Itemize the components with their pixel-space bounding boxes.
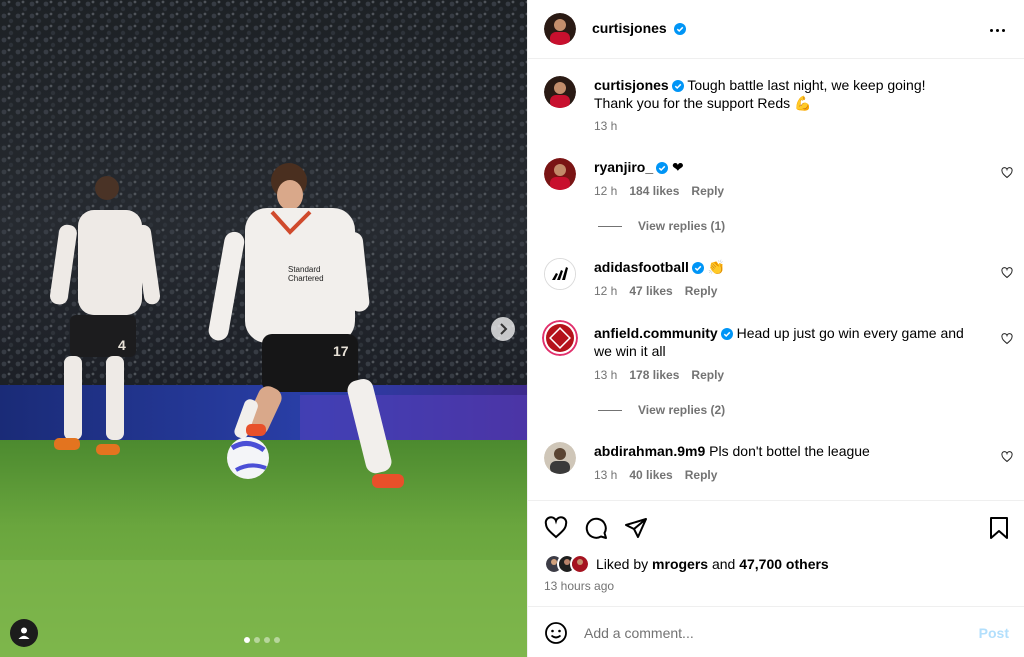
avatar[interactable]	[544, 13, 576, 45]
liked-by-and: and	[711, 556, 736, 572]
comment-time[interactable]: 13 h	[594, 468, 617, 482]
comment-text-block: anfield.community Head up just go win ev…	[594, 324, 974, 360]
caption-text: Tough battle last night, we keep going!	[687, 77, 926, 93]
caption-username[interactable]: curtisjones	[594, 77, 669, 93]
verified-badge-icon	[691, 262, 704, 274]
liked-by-text[interactable]: Liked by mrogers and 47,700 others	[596, 556, 829, 572]
comment-likes[interactable]: 47 likes	[629, 284, 672, 298]
football	[227, 437, 269, 479]
comment-icon[interactable]	[584, 516, 608, 540]
comment-text-line-2: we win it all	[594, 343, 666, 359]
avatar[interactable]	[544, 76, 576, 108]
verified-badge-icon	[656, 162, 669, 174]
svg-text:4: 4	[118, 337, 126, 353]
heart-icon[interactable]	[1001, 333, 1013, 345]
comment-text-block: abdirahman.9m9 Pls don't bottel the leag…	[594, 442, 974, 460]
avatar[interactable]	[544, 442, 576, 474]
liker-avatar	[570, 554, 590, 574]
heart-icon[interactable]	[1001, 451, 1013, 463]
comments-section: curtisjones Tough battle last night, we …	[528, 60, 1024, 500]
divider-line	[598, 225, 622, 227]
comment-text-block: ryanjiro_ ❤	[594, 158, 974, 176]
like-icon[interactable]	[544, 516, 568, 540]
comment-meta: 13 h 40 likes Reply	[594, 468, 717, 482]
verified-badge-icon	[720, 328, 733, 340]
avatar[interactable]	[542, 320, 578, 356]
caption-text-line-2: Thank you for the support Reds 💪	[594, 95, 812, 111]
more-icon	[989, 28, 993, 32]
avatar[interactable]	[544, 258, 576, 290]
more-options-button[interactable]	[985, 18, 1009, 42]
view-replies-label: View replies (2)	[638, 403, 726, 417]
bookmark-icon[interactable]	[987, 516, 1011, 540]
carousel-next-button[interactable]	[491, 317, 515, 341]
comment-meta: 13 h 178 likes Reply	[594, 368, 724, 382]
comment-text: 👏	[707, 259, 726, 275]
author-username[interactable]: curtisjones	[592, 20, 667, 36]
svg-text:Standard: Standard	[288, 265, 320, 274]
carousel-dot	[274, 637, 280, 643]
comment-likes[interactable]: 40 likes	[629, 468, 672, 482]
post-header: curtisjones	[528, 0, 1024, 59]
post-actions: Liked by mrogers and 47,700 others 13 ho…	[528, 500, 1024, 606]
likes-summary: Liked by mrogers and 47,700 others	[544, 554, 829, 574]
comment-username[interactable]: adidasfootball	[594, 259, 689, 275]
avatar[interactable]	[544, 158, 576, 190]
carousel-dot	[264, 637, 270, 643]
comment-likes[interactable]: 178 likes	[629, 368, 679, 382]
view-replies-button[interactable]: View replies (2)	[598, 403, 725, 417]
comment-composer: Post	[528, 606, 1024, 657]
reply-button[interactable]: Reply	[691, 184, 724, 198]
view-replies-label: View replies (1)	[638, 219, 726, 233]
user-tag-icon	[18, 627, 30, 639]
comment-time[interactable]: 13 h	[594, 368, 617, 382]
carousel-indicator	[244, 637, 280, 643]
caption-text-block: curtisjones Tough battle last night, we …	[594, 76, 974, 112]
comment-text: Pls don't bottel the league	[709, 443, 870, 459]
comment-text: ❤	[672, 159, 684, 175]
comment-time[interactable]: 12 h	[594, 184, 617, 198]
comment-time[interactable]: 12 h	[594, 284, 617, 298]
liked-by-user[interactable]: mrogers	[652, 556, 708, 572]
caption-meta: 13 h	[594, 119, 617, 133]
chevron-right-icon	[500, 323, 508, 335]
tagged-users-button[interactable]	[10, 619, 38, 647]
comment-meta: 12 h 47 likes Reply	[594, 284, 717, 298]
post-photo: 2 4	[0, 0, 527, 657]
comment-text-block: adidasfootball 👏	[594, 258, 974, 276]
carousel-dot	[254, 637, 260, 643]
liked-by-prefix: Liked by	[596, 556, 649, 572]
verified-badge-icon	[671, 80, 684, 92]
view-replies-button[interactable]: View replies (1)	[598, 219, 725, 233]
reply-button[interactable]: Reply	[691, 368, 724, 382]
post-media[interactable]: 2 4	[0, 0, 527, 657]
reply-button[interactable]: Reply	[685, 284, 718, 298]
svg-text:Chartered: Chartered	[288, 274, 324, 283]
reply-button[interactable]: Reply	[685, 468, 718, 482]
comment-username[interactable]: abdirahman.9m9	[594, 443, 705, 459]
comment-likes[interactable]: 184 likes	[629, 184, 679, 198]
svg-text:17: 17	[333, 343, 349, 359]
share-icon[interactable]	[624, 516, 648, 540]
comment-input[interactable]	[584, 622, 964, 644]
likes-count[interactable]: 47,700 others	[739, 556, 829, 572]
post-comment-button[interactable]: Post	[979, 625, 1009, 641]
post-side-panel: curtisjones curtisjones Tough battle las…	[527, 0, 1024, 657]
heart-icon[interactable]	[1001, 167, 1013, 179]
divider-line	[598, 409, 622, 411]
comment-text: Head up just go win every game and	[736, 325, 964, 341]
comment-username[interactable]: ryanjiro_	[594, 159, 653, 175]
carousel-dot	[244, 637, 250, 643]
comment-meta: 12 h 184 likes Reply	[594, 184, 724, 198]
heart-icon[interactable]	[1001, 267, 1013, 279]
verified-badge-icon	[673, 23, 686, 35]
post-timestamp[interactable]: 13 hours ago	[544, 579, 614, 593]
emoji-icon[interactable]	[544, 621, 568, 645]
comment-username[interactable]: anfield.community	[594, 325, 718, 341]
caption-time[interactable]: 13 h	[594, 119, 617, 133]
